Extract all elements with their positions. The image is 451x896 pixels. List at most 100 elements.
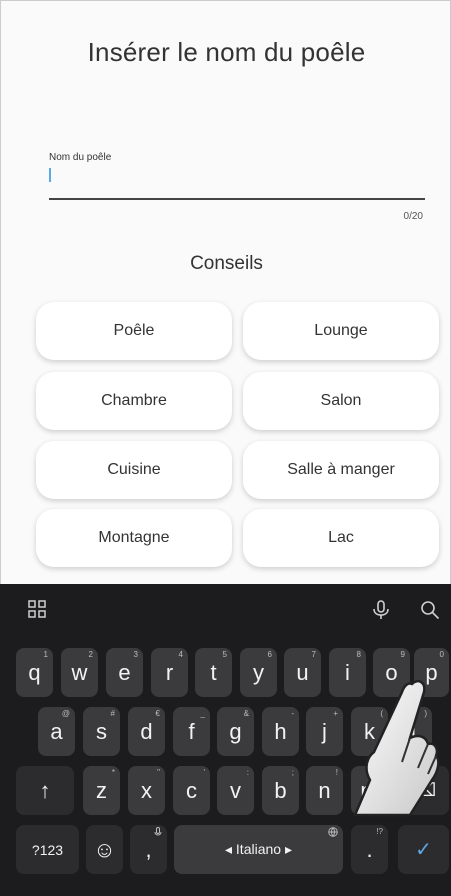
char-counter: 0/20 bbox=[403, 211, 423, 222]
key-label: a bbox=[50, 718, 63, 744]
key-label: g bbox=[229, 718, 242, 744]
space-key[interactable]: ◂ Italiano ▸ bbox=[174, 825, 343, 874]
suggestion-chip[interactable]: Montagne bbox=[36, 509, 232, 567]
key-label: e bbox=[118, 659, 131, 685]
suggestion-chip[interactable]: Salon bbox=[243, 372, 439, 430]
key-n[interactable]: ! n bbox=[306, 766, 343, 815]
key-hint: : bbox=[246, 768, 249, 777]
key-label: t bbox=[210, 659, 217, 685]
key-hint: & bbox=[243, 709, 249, 718]
key-r[interactable]: 4r bbox=[151, 648, 188, 697]
key-j[interactable]: + j bbox=[306, 707, 343, 756]
key-a[interactable]: @ a bbox=[38, 707, 75, 756]
key-label: h bbox=[274, 718, 287, 744]
key-hint: - bbox=[291, 709, 294, 718]
key-w[interactable]: 2w bbox=[61, 648, 98, 697]
key-f[interactable]: _ f bbox=[173, 707, 210, 756]
key-label: v bbox=[230, 777, 241, 803]
key-e[interactable]: 3e bbox=[106, 648, 143, 697]
key-label: r bbox=[165, 659, 174, 685]
key-hint: !? bbox=[376, 827, 383, 836]
key-hint: 6 bbox=[267, 650, 272, 659]
key-hint: 0 bbox=[439, 650, 444, 659]
key-hint: * bbox=[111, 768, 115, 777]
key-label: , bbox=[145, 836, 152, 862]
key-c[interactable]: ' c bbox=[173, 766, 210, 815]
key-label: z bbox=[96, 777, 107, 803]
shift-icon: ↑ bbox=[39, 777, 51, 803]
text-cursor[interactable] bbox=[49, 168, 51, 182]
stove-name-field[interactable] bbox=[49, 198, 425, 200]
key-hint: 5 bbox=[222, 650, 227, 659]
key-hint: ; bbox=[291, 768, 294, 777]
comma-key[interactable]: , bbox=[130, 825, 167, 874]
suggestion-chip[interactable]: Chambre bbox=[36, 372, 232, 430]
key-hint: 2 bbox=[88, 650, 93, 659]
key-hint: " bbox=[157, 768, 160, 777]
key-label: s bbox=[96, 718, 107, 744]
tips-heading: Conseils bbox=[190, 253, 263, 274]
suggestion-chip[interactable]: Lounge bbox=[243, 302, 439, 360]
key-hint: 1 bbox=[43, 650, 48, 659]
key-q[interactable]: 1q bbox=[16, 648, 53, 697]
symbols-key[interactable]: ?123 bbox=[16, 825, 79, 874]
key-hint: @ bbox=[61, 709, 70, 718]
key-label: u bbox=[296, 659, 309, 685]
shift-key[interactable]: ↑ bbox=[16, 766, 74, 815]
enter-key[interactable]: ✓ bbox=[398, 825, 449, 874]
key-hint: 7 bbox=[311, 650, 316, 659]
grid-icon[interactable] bbox=[28, 600, 46, 623]
key-hint: 4 bbox=[178, 650, 183, 659]
key-label: j bbox=[322, 718, 327, 744]
key-y[interactable]: 6y bbox=[240, 648, 277, 697]
key-label: n bbox=[318, 777, 331, 803]
suggestion-chip[interactable]: Lac bbox=[243, 509, 439, 567]
key-label: . bbox=[366, 836, 373, 862]
key-s[interactable]: # s bbox=[83, 707, 120, 756]
key-hint: _ bbox=[200, 709, 205, 718]
key-hint: 9 bbox=[400, 650, 405, 659]
keyboard-toolbar bbox=[0, 584, 451, 636]
mic-icon bbox=[154, 827, 162, 839]
key-t[interactable]: 5t bbox=[195, 648, 232, 697]
suggestion-chip[interactable]: Cuisine bbox=[36, 441, 232, 499]
key-label: w bbox=[71, 659, 88, 685]
check-icon: ✓ bbox=[415, 839, 432, 861]
key-hint: € bbox=[155, 709, 160, 718]
tap-hand-icon bbox=[340, 670, 440, 825]
key-label: ?123 bbox=[31, 841, 64, 858]
key-hint: # bbox=[110, 709, 115, 718]
emoji-key[interactable]: ☺ bbox=[86, 825, 123, 874]
key-label: x bbox=[141, 777, 152, 803]
key-g[interactable]: & g bbox=[217, 707, 254, 756]
key-hint: ! bbox=[335, 768, 338, 777]
emoji-icon: ☺ bbox=[93, 836, 116, 862]
key-hint: + bbox=[333, 709, 338, 718]
key-u[interactable]: 7u bbox=[284, 648, 321, 697]
key-x[interactable]: " x bbox=[128, 766, 165, 815]
key-label: q bbox=[28, 659, 41, 685]
key-label: c bbox=[186, 777, 197, 803]
key-h[interactable]: -h bbox=[262, 707, 299, 756]
search-icon[interactable] bbox=[420, 600, 440, 625]
stove-name-label: Nom du poêle bbox=[49, 152, 112, 163]
globe-icon bbox=[328, 827, 338, 839]
suggestion-chip[interactable]: Poêle bbox=[36, 302, 232, 360]
key-hint: ' bbox=[203, 768, 205, 777]
key-b[interactable]: ; b bbox=[262, 766, 299, 815]
key-label: f bbox=[188, 718, 195, 744]
space-label: ◂ Italiano ▸ bbox=[225, 841, 292, 857]
key-z[interactable]: * z bbox=[83, 766, 120, 815]
page-title: Insérer le nom du poêle bbox=[87, 37, 366, 67]
key-label: y bbox=[253, 659, 264, 685]
key-d[interactable]: € d bbox=[128, 707, 165, 756]
key-hint: 8 bbox=[356, 650, 361, 659]
key-label: d bbox=[140, 718, 153, 744]
key-v[interactable]: :v bbox=[217, 766, 254, 815]
key-label: b bbox=[274, 777, 287, 803]
mic-icon[interactable] bbox=[372, 600, 390, 625]
key-hint: 3 bbox=[133, 650, 138, 659]
stove-name-screen: Insérer le nom du poêle Nom du poêle 0/2… bbox=[0, 0, 451, 584]
suggestion-chip[interactable]: Salle à manger bbox=[243, 441, 439, 499]
period-key[interactable]: !?. bbox=[351, 825, 388, 874]
